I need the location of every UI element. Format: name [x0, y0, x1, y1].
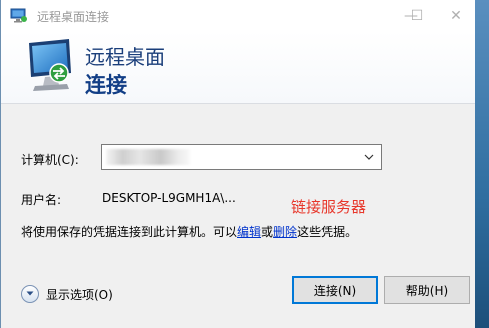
- credentials-prefix: 将使用保存的凭据连接到此计算机。可以: [21, 225, 238, 239]
- show-options-label[interactable]: 显示选项(O): [46, 286, 113, 303]
- chevron-down-icon[interactable]: [363, 149, 375, 165]
- remote-desktop-icon: [10, 8, 27, 23]
- window-title: 远程桌面连接: [37, 10, 110, 24]
- credentials-or: 或: [261, 225, 274, 239]
- banner-title-line2: 连接: [85, 73, 127, 97]
- redacted-computer-name: [106, 149, 190, 165]
- close-button[interactable]: ✕: [436, 0, 476, 31]
- desktop-background: [475, 0, 489, 328]
- edit-credentials-link[interactable]: 编辑: [237, 225, 261, 239]
- remote-desktop-monitor-icon: [29, 39, 71, 91]
- credentials-note: 将使用保存的凭据连接到此计算机。可以编辑或删除这些凭据。: [21, 223, 357, 240]
- banner-title-line1: 远程桌面: [85, 45, 165, 69]
- delete-credentials-link[interactable]: 删除: [273, 225, 297, 239]
- close-icon: ✕: [450, 7, 462, 24]
- maximize-button[interactable]: ☐: [394, 0, 440, 31]
- connect-button[interactable]: 连接(N): [292, 276, 378, 304]
- show-options-toggle[interactable]: 显示选项(O): [21, 285, 113, 303]
- maximize-icon: ☐: [410, 7, 424, 24]
- remote-desktop-window: 远程桌面连接 — ☐ ✕ 远程桌面 连接 计算机(C): 用户名: DESKTO…: [0, 0, 475, 328]
- username-label: 用户名:: [21, 193, 62, 207]
- help-button[interactable]: 帮助(H): [384, 276, 470, 304]
- annotation-text: 链接服务器: [291, 198, 367, 216]
- credentials-suffix: 这些凭据。: [297, 225, 358, 239]
- username-value: DESKTOP-L9GMH1A\...: [102, 191, 236, 205]
- header-banner: 远程桌面 连接: [1, 31, 475, 104]
- chevron-down-circle-icon[interactable]: [21, 285, 39, 303]
- computer-combobox[interactable]: [101, 144, 382, 170]
- computer-label: 计算机(C):: [21, 153, 79, 167]
- title-bar[interactable]: 远程桌面连接 — ☐ ✕: [1, 0, 475, 31]
